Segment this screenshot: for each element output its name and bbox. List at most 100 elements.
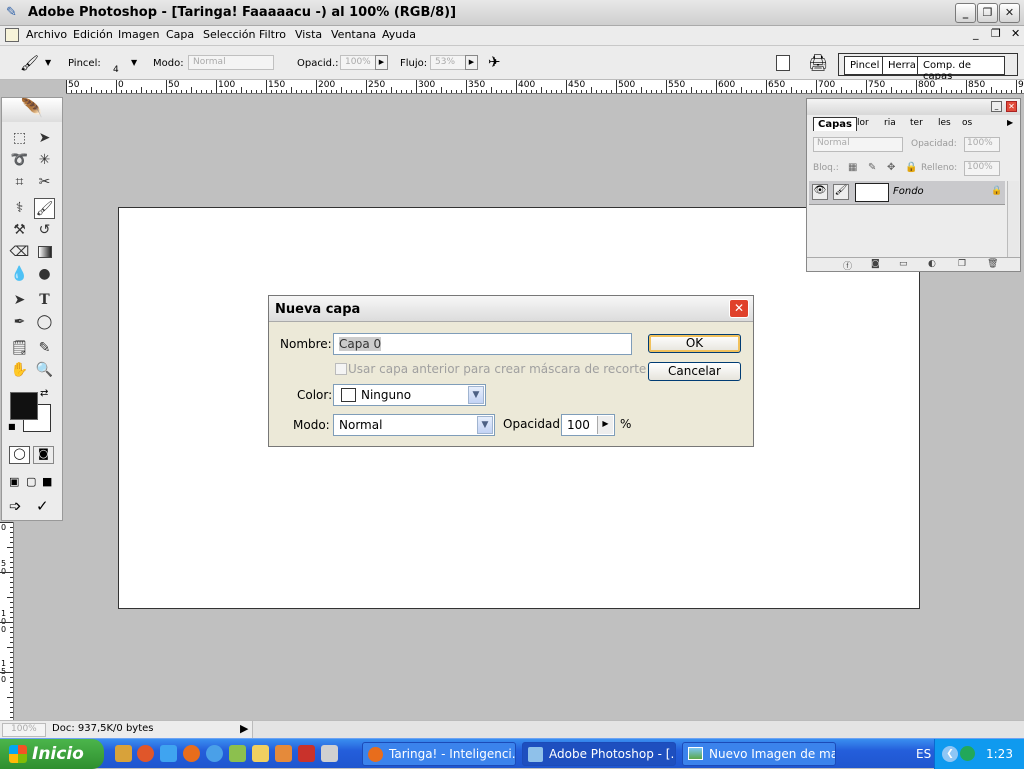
swap-colors-icon[interactable]: ⇄ bbox=[40, 388, 48, 399]
panel-menu-arrow-icon[interactable]: ▶ bbox=[1007, 118, 1013, 127]
eye-visibility-icon[interactable]: 👁 bbox=[812, 184, 828, 200]
quicklaunch-app-icon[interactable] bbox=[321, 745, 338, 762]
marquee-tool-icon[interactable]: ⬚ bbox=[9, 128, 30, 149]
ie-icon[interactable] bbox=[160, 745, 177, 762]
screen-mode-full-icon[interactable]: ■ bbox=[42, 475, 52, 488]
task-firefox[interactable]: Taringa! - Inteligenci... bbox=[362, 742, 516, 766]
opacidad-field[interactable]: 100% bbox=[340, 55, 376, 70]
healing-brush-tool-icon[interactable]: ⚕ bbox=[9, 198, 30, 219]
layers-scrollbar[interactable] bbox=[1007, 181, 1019, 257]
history-brush-tool-icon[interactable]: ↺ bbox=[34, 220, 55, 241]
firefox-icon[interactable] bbox=[183, 745, 200, 762]
well-tab-herra[interactable]: Herra bbox=[882, 56, 918, 75]
quicklaunch-app-icon[interactable] bbox=[229, 745, 246, 762]
clone-stamp-tool-icon[interactable]: ⚒ bbox=[9, 220, 30, 241]
tray-app-icon[interactable] bbox=[960, 746, 975, 761]
quicklaunch-app-icon[interactable] bbox=[137, 745, 154, 762]
color-select[interactable]: Ninguno ▼ bbox=[333, 384, 486, 406]
menu-archivo[interactable]: Archivo bbox=[26, 28, 67, 41]
tray-back-arrow-icon[interactable]: ❮ bbox=[942, 746, 958, 762]
status-menu-arrow-icon[interactable]: ▶ bbox=[240, 722, 248, 735]
tool-preset-dropdown-icon[interactable]: ▼ bbox=[45, 58, 51, 67]
cancel-button[interactable]: Cancelar bbox=[648, 362, 741, 381]
well-tab-comp-capas[interactable]: Comp. de capas bbox=[917, 56, 1005, 82]
lock-position-icon[interactable]: ✥ bbox=[887, 162, 895, 173]
panel-minimize-button[interactable]: _ bbox=[991, 101, 1002, 112]
lock-all-icon[interactable]: 🔒 bbox=[905, 162, 917, 173]
horizontal-scrollbar[interactable] bbox=[252, 721, 1024, 738]
eyedropper-tool-icon[interactable]: ✎ bbox=[34, 338, 55, 359]
layer-style-icon[interactable]: ⓕ bbox=[843, 259, 852, 272]
hand-tool-icon[interactable]: ✋ bbox=[9, 360, 30, 381]
screen-mode-full-menu-icon[interactable]: ▢ bbox=[26, 475, 36, 488]
panel-tab-muestras[interactable]: ter bbox=[910, 118, 923, 128]
brush-size-value[interactable]: 4 bbox=[113, 65, 119, 75]
quick-mask-icon[interactable]: ◙ bbox=[33, 446, 54, 464]
layers-fill-field[interactable]: 100% bbox=[964, 161, 1000, 176]
doc-restore-button[interactable]: ❐ bbox=[991, 27, 1001, 40]
quicklaunch-app-icon[interactable] bbox=[252, 745, 269, 762]
doc-close-button[interactable]: ✕ bbox=[1011, 27, 1020, 40]
adobe-feather-icon[interactable]: 🪶 bbox=[2, 98, 62, 122]
file-browser-icon[interactable] bbox=[776, 55, 790, 71]
panel-tab-color[interactable]: lor bbox=[857, 118, 869, 128]
gradient-tool-icon[interactable] bbox=[34, 242, 55, 263]
edit-in-imageready-icon[interactable]: ✓ bbox=[36, 497, 49, 515]
dodge-tool-icon[interactable]: ● bbox=[34, 264, 55, 285]
flujo-arrow-button[interactable]: ▶ bbox=[465, 55, 478, 70]
chevron-down-icon[interactable]: ▼ bbox=[468, 386, 484, 404]
menu-imagen[interactable]: Imagen bbox=[118, 28, 159, 41]
delete-layer-icon[interactable]: 🗑 bbox=[987, 259, 998, 269]
menu-vista[interactable]: Vista bbox=[295, 28, 322, 41]
flujo-field[interactable]: 53% bbox=[430, 55, 466, 70]
standard-mode-icon[interactable]: ◯ bbox=[9, 446, 30, 464]
layers-blend-select[interactable]: Normal bbox=[813, 137, 903, 152]
layer-mask-icon[interactable]: ◙ bbox=[871, 259, 880, 269]
zoom-tool-icon[interactable]: 🔍 bbox=[34, 360, 55, 381]
eraser-tool-icon[interactable]: ⌫ bbox=[9, 242, 30, 263]
ok-button[interactable]: OK bbox=[648, 334, 741, 353]
crop-tool-icon[interactable]: ⌗ bbox=[9, 172, 30, 193]
layer-row-fondo[interactable]: 👁 🖌 Fondo 🔒 bbox=[809, 181, 1005, 205]
screen-mode-standard-icon[interactable]: ▣ bbox=[9, 475, 19, 488]
notes-tool-icon[interactable]: 🗒 bbox=[9, 338, 30, 359]
menu-edicion[interactable]: Edición bbox=[73, 28, 113, 41]
menu-seleccion[interactable]: Selección bbox=[203, 28, 255, 41]
quicklaunch-app-icon[interactable] bbox=[115, 745, 132, 762]
foreground-color-swatch[interactable] bbox=[10, 392, 38, 420]
lock-transparent-icon[interactable]: ▦ bbox=[848, 162, 857, 173]
menu-capa[interactable]: Capa bbox=[166, 28, 194, 41]
quicklaunch-app-icon[interactable] bbox=[275, 745, 292, 762]
blur-tool-icon[interactable]: 💧 bbox=[9, 264, 30, 285]
start-button[interactable]: Inicio bbox=[0, 739, 104, 769]
language-indicator[interactable]: ES bbox=[916, 747, 931, 761]
palette-well-icon[interactable]: 🖨 bbox=[808, 53, 828, 72]
well-tab-pincel[interactable]: Pincel bbox=[844, 56, 884, 75]
brush-tool-icon[interactable]: 🖌 bbox=[20, 54, 39, 72]
slice-tool-icon[interactable]: ✂ bbox=[34, 172, 55, 193]
close-button[interactable]: ✕ bbox=[999, 3, 1020, 23]
panel-tab-trazados[interactable]: os bbox=[962, 118, 972, 128]
zoom-field[interactable]: 100% bbox=[2, 723, 46, 737]
path-selection-tool-icon[interactable]: ➤ bbox=[9, 290, 30, 311]
panel-close-button[interactable]: ✕ bbox=[1006, 101, 1017, 112]
lock-image-icon[interactable]: ✎ bbox=[868, 162, 876, 173]
pen-tool-icon[interactable]: ✒ bbox=[9, 312, 30, 333]
menu-ayuda[interactable]: Ayuda bbox=[382, 28, 416, 41]
new-layer-icon[interactable]: ❐ bbox=[958, 259, 966, 269]
doc-minimize-button[interactable]: _ bbox=[973, 27, 979, 40]
restore-button[interactable]: ❐ bbox=[977, 3, 998, 23]
minimize-button[interactable]: _ bbox=[955, 3, 976, 23]
opacity-input[interactable]: 100 ▶ bbox=[561, 414, 615, 436]
dialog-close-button[interactable]: ✕ bbox=[729, 299, 749, 318]
panel-tab-capas[interactable]: Capas bbox=[813, 117, 857, 131]
brush-tool-icon[interactable]: 🖌 bbox=[34, 198, 55, 219]
mode-select[interactable]: Normal ▼ bbox=[333, 414, 495, 436]
menu-filtro[interactable]: Filtro bbox=[259, 28, 286, 41]
ellipse-tool-icon[interactable]: ◯ bbox=[34, 312, 55, 333]
panel-tab-historia[interactable]: ria bbox=[884, 118, 896, 128]
modo-select[interactable]: Normal bbox=[188, 55, 274, 70]
new-group-icon[interactable]: ▭ bbox=[899, 259, 908, 269]
adjustment-layer-icon[interactable]: ◐ bbox=[928, 259, 936, 269]
default-colors-icon[interactable]: ■ bbox=[8, 422, 16, 431]
